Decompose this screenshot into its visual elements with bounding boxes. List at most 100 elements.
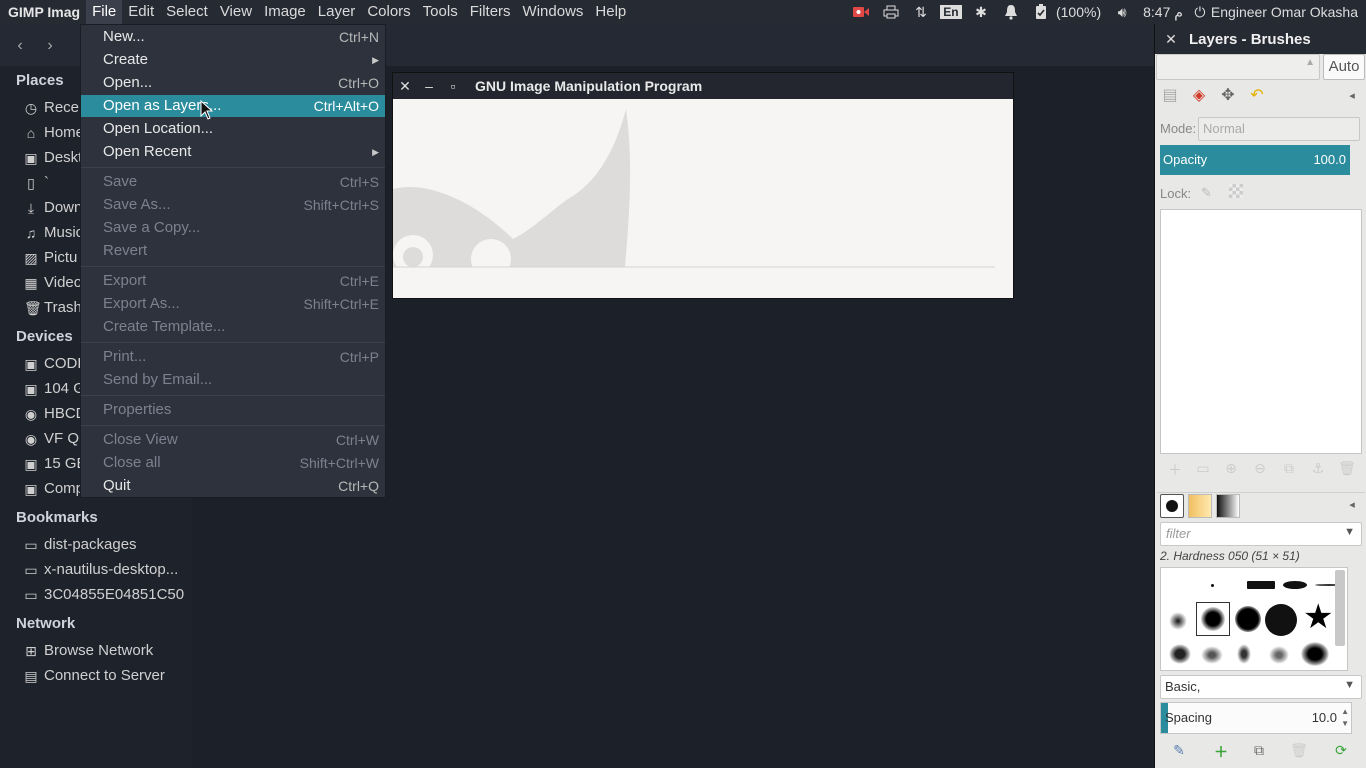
gradients-tab-icon[interactable] [1216,494,1240,518]
duplicate-brush-icon[interactable]: ⧉ [1247,742,1271,762]
brush-tag-input[interactable]: Basic, ▼ [1160,675,1362,699]
menu-item-save-copy[interactable]: Save a Copy... [81,217,385,239]
maximize-icon[interactable]: ▫ [441,78,465,94]
channels-tab-icon[interactable]: ◈ [1186,84,1212,108]
patterns-tab-icon[interactable] [1188,494,1212,518]
menu-layer[interactable]: Layer [312,0,362,24]
sidebar-item-bookmark[interactable]: ▭ dist-packages [24,533,136,557]
delete-brush-icon[interactable]: 🗑︎ [1287,742,1311,762]
brushes-tab-icon[interactable] [1160,494,1184,518]
new-group-icon[interactable]: ▭ [1191,460,1215,480]
menu-colors[interactable]: Colors [361,0,416,24]
brush-thumbnail[interactable] [1235,606,1261,632]
menu-item-create[interactable]: Create ▶ [81,49,385,71]
brush-grid[interactable]: ★ [1160,567,1348,671]
auto-button[interactable]: Auto [1323,54,1365,80]
brush-thumbnail[interactable] [1269,646,1289,664]
dock-menu-icon[interactable]: ◂ [1339,84,1365,108]
paths-tab-icon[interactable]: ✥ [1215,84,1241,108]
brush-thumbnail[interactable] [1169,612,1187,630]
battery-icon[interactable] [1026,0,1056,24]
menu-item-export-as[interactable]: Export As... Shift+Ctrl+E [81,293,385,315]
sidebar-item-device[interactable]: ▣ CODE [24,352,87,376]
menu-item-close-view[interactable]: Close View Ctrl+W [81,429,385,451]
sidebar-item-device[interactable]: ▣ 15 GB [24,452,86,476]
lower-layer-icon[interactable]: ⊖ [1248,460,1272,480]
dock-menu-icon[interactable]: ◂ [1339,493,1365,517]
back-arrow-icon[interactable]: ‹ [6,34,34,58]
opacity-slider[interactable]: Opacity 100.0 [1160,145,1350,175]
clock[interactable]: 8:47 م [1137,0,1189,24]
brush-filter-input[interactable]: filter ▼ [1160,522,1362,546]
brush-thumbnail[interactable] [1169,644,1191,664]
close-icon[interactable]: ✕ [393,78,417,95]
menu-view[interactable]: View [214,0,258,24]
close-icon[interactable]: ✕ [1159,31,1183,48]
menu-item-save-as[interactable]: Save As... Shift+Ctrl+S [81,194,385,216]
star-brush-icon[interactable]: ★ [1303,600,1333,634]
raise-layer-icon[interactable]: ⊕ [1219,460,1243,480]
menu-image[interactable]: Image [258,0,312,24]
sidebar-item-device[interactable]: ◉ VF Qu [24,427,87,451]
menu-item-create-template[interactable]: Create Template... [81,316,385,338]
menu-item-open-as-layers[interactable]: Open as Layers... Ctrl+Alt+O [81,95,385,117]
sidebar-item-music[interactable]: ♫ Music [24,221,83,245]
sidebar-item-bookmark[interactable]: ▭ x-nautilus-desktop... [24,558,178,582]
brush-thumbnail[interactable] [1265,604,1297,636]
menu-item-open-location[interactable]: Open Location... [81,118,385,140]
menu-item-open-recent[interactable]: Open Recent ▶ [81,141,385,163]
duplicate-layer-icon[interactable]: ⧉ [1277,460,1301,480]
brush-thumbnail[interactable] [1283,581,1307,589]
brush-thumbnail[interactable] [1247,581,1275,589]
brush-thumbnail[interactable] [1237,644,1251,664]
screen-recorder-icon[interactable] [846,0,876,24]
sidebar-item-browse-network[interactable]: ⊞ Browse Network [24,639,153,663]
new-brush-icon[interactable]: ＋ [1209,742,1233,762]
menu-item-close-all[interactable]: Close all Shift+Ctrl+W [81,452,385,474]
sidebar-item-device[interactable]: ▣ 104 G [24,377,85,401]
mode-select[interactable]: Normal [1198,117,1360,141]
menu-item-revert[interactable]: Revert [81,240,385,262]
menu-select[interactable]: Select [160,0,214,24]
lock-pixels-icon[interactable]: ✎ [1201,185,1212,201]
refresh-brushes-icon[interactable]: ⟳ [1329,742,1353,762]
menu-item-properties[interactable]: Properties [81,399,385,421]
sidebar-item-home[interactable]: ⌂ Home [24,121,84,145]
brush-thumbnail[interactable] [1301,642,1329,666]
selected-brush-thumbnail[interactable] [1196,602,1230,636]
sidebar-item-trash[interactable]: 🗑︎ Trash [24,296,82,320]
sidebar-item-device[interactable]: ▣ Comp [24,477,84,501]
menu-item-export[interactable]: Export Ctrl+E [81,270,385,292]
volume-icon[interactable]: 🔊︎ [1107,0,1137,24]
sidebar-item-bookmark[interactable]: ▭ 3C04855E04851C50 [24,583,184,607]
image-selector[interactable]: ▲ [1156,54,1320,80]
sidebar-item-recent[interactable]: ◷ Recen [24,96,87,120]
printer-icon[interactable] [876,0,906,24]
menu-item-save[interactable]: Save Ctrl+S [81,171,385,193]
undo-history-tab-icon[interactable]: ↶ [1244,84,1270,108]
menu-edit[interactable]: Edit [122,0,160,24]
new-layer-icon[interactable]: ＋ [1163,460,1187,480]
menu-windows[interactable]: Windows [517,0,590,24]
keyboard-layout-indicator[interactable]: En [936,0,966,24]
forward-arrow-icon[interactable]: › [36,34,64,58]
spacing-slider[interactable]: Spacing 10.0 ▲ ▼ [1160,702,1352,734]
notification-bell-icon[interactable] [996,0,1026,24]
power-icon[interactable]: ⏻ [1189,0,1211,24]
delete-layer-icon[interactable]: 🗑︎ [1335,460,1359,480]
network-transfer-icon[interactable]: ⇅ [906,0,936,24]
sidebar-item-device[interactable]: ◉ HBCD [24,402,87,426]
bluetooth-icon[interactable]: ✱ [966,0,996,24]
menu-help[interactable]: Help [589,0,632,24]
menu-filters[interactable]: Filters [464,0,517,24]
sidebar-item-pictures[interactable]: ▨ Pictu [24,246,77,270]
minimize-icon[interactable]: – [417,78,441,94]
sidebar-item-connect-server[interactable]: ▤ Connect to Server [24,664,165,688]
brush-thumbnail[interactable] [1201,646,1223,664]
sidebar-item-desktop[interactable]: ▣ Deskt [24,146,82,170]
lock-alpha-icon[interactable] [1229,184,1243,198]
user-name[interactable]: Engineer Omar Okasha [1211,0,1366,24]
menu-tools[interactable]: Tools [417,0,464,24]
sidebar-item-file[interactable]: ▯ ` [24,171,49,195]
spin-arrows-icon[interactable]: ▲ ▼ [1341,706,1349,730]
